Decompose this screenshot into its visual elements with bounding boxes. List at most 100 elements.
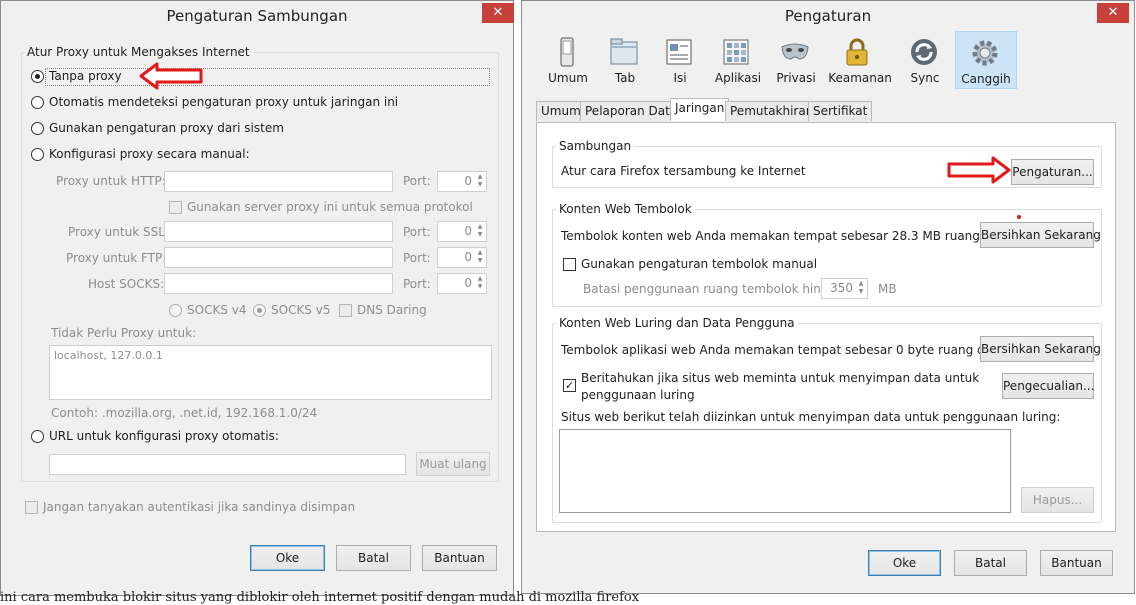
auto-detect-label[interactable]: Otomatis mendeteksi pengaturan proxy unt…: [49, 95, 398, 109]
red-dot: [1017, 215, 1021, 219]
sync-icon: [911, 39, 937, 65]
spin-arrows-icon[interactable]: ▲ ▼: [856, 280, 866, 297]
manual-proxy-label[interactable]: Konfigurasi proxy secara manual:: [49, 147, 250, 161]
ftp-proxy-input[interactable]: [164, 247, 393, 268]
http-port-label: Port:: [403, 174, 431, 188]
auth-checkbox[interactable]: [25, 501, 38, 514]
no-proxy-for-textarea[interactable]: localhost, 127.0.0.1: [49, 345, 492, 400]
cache-group-title: Konten Web Tembolok: [556, 202, 695, 216]
spin-arrows-icon[interactable]: ▲ ▼: [475, 173, 485, 190]
socks-v4-radio[interactable]: [169, 304, 182, 317]
auto-config-url-radio[interactable]: [31, 430, 44, 443]
clear-cache-button[interactable]: Bersihkan Sekarang: [980, 222, 1101, 248]
preferences-dialog: Pengaturan ✕ Umum Tab Isi Aplikasi Priva…: [521, 0, 1135, 594]
offline-group-title: Konten Web Luring dan Data Pengguna: [556, 316, 798, 330]
ssl-port-stepper[interactable]: 0 ▲ ▼: [437, 221, 487, 242]
notify-offline-label-line1[interactable]: Beritahukan jika situs web meminta untuk…: [581, 371, 979, 385]
no-proxy-for-label: Tidak Perlu Proxy untuk:: [51, 326, 197, 340]
ftp-port-label: Port:: [403, 251, 431, 265]
category-label: Canggih: [961, 72, 1011, 86]
auto-detect-radio[interactable]: [31, 96, 44, 109]
tabs-icon: [610, 38, 638, 65]
auto-config-url-label[interactable]: URL untuk konfigurasi proxy otomatis:: [49, 429, 279, 443]
exceptions-button[interactable]: Pengecualian...: [1002, 373, 1094, 399]
general-icon: [560, 37, 574, 67]
category-tabs[interactable]: Tab: [595, 31, 655, 89]
notify-offline-checkbox[interactable]: ✓: [563, 379, 576, 392]
connection-group-title: Sambungan: [556, 139, 635, 153]
spin-arrows-icon[interactable]: ▲ ▼: [475, 223, 485, 240]
category-applications[interactable]: Aplikasi: [707, 31, 769, 89]
close-button[interactable]: ✕: [482, 3, 514, 23]
notify-offline-label-line2[interactable]: penggunaan luring: [581, 388, 695, 402]
cache-limit-stepper[interactable]: 350 ▲ ▼: [821, 278, 868, 299]
category-advanced[interactable]: Canggih: [955, 31, 1017, 89]
no-proxy-example: Contoh: .mozilla.org, .net.id, 192.168.1…: [51, 406, 318, 420]
socks-host-input[interactable]: [164, 273, 393, 294]
override-cache-label[interactable]: Gunakan pengaturan tembolok manual: [581, 257, 817, 271]
subtab-network[interactable]: Jaringan: [670, 98, 730, 121]
http-proxy-input[interactable]: [164, 171, 393, 192]
http-port-stepper[interactable]: 0 ▲ ▼: [437, 171, 487, 192]
ok-button[interactable]: Oke: [868, 550, 941, 576]
category-general[interactable]: Umum: [538, 31, 598, 89]
offline-sites-list[interactable]: [559, 429, 1011, 513]
category-content[interactable]: Isi: [650, 31, 710, 89]
auto-config-url-input[interactable]: [49, 454, 406, 475]
subtab-certificates[interactable]: Sertifikat: [808, 101, 873, 121]
category-label: Privasi: [776, 71, 816, 85]
cancel-button[interactable]: Batal: [336, 545, 411, 571]
http-proxy-label: Proxy untuk HTTP:: [56, 174, 166, 188]
socks-v5-label[interactable]: SOCKS v5: [271, 303, 330, 317]
no-proxy-radio[interactable]: [31, 70, 44, 83]
category-sync[interactable]: Sync: [895, 31, 955, 89]
red-arrow-icon: [947, 156, 1011, 184]
ftp-port-stepper[interactable]: 0 ▲ ▼: [437, 247, 487, 268]
manual-proxy-radio[interactable]: [31, 148, 44, 161]
ssl-proxy-input[interactable]: [164, 221, 393, 242]
remote-dns-label[interactable]: DNS Daring: [357, 303, 427, 317]
system-proxy-radio[interactable]: [31, 122, 44, 135]
connection-settings-button[interactable]: Pengaturan...: [1011, 159, 1094, 185]
content-icon: [666, 39, 692, 65]
ssl-port-label: Port:: [403, 225, 431, 239]
cache-limit-value: 350: [830, 281, 853, 295]
padlock-icon: [846, 38, 868, 66]
dialog-title: Pengaturan Sambungan: [166, 7, 348, 25]
override-cache-checkbox[interactable]: [563, 258, 576, 271]
spin-arrows-icon[interactable]: ▲ ▼: [475, 249, 485, 266]
subtab-data-reporting[interactable]: Pelaporan Data: [580, 101, 683, 121]
ssl-proxy-label: Proxy untuk SSL:: [68, 225, 169, 239]
category-security[interactable]: Keamanan: [828, 31, 892, 89]
category-label: Keamanan: [828, 71, 892, 85]
share-proxy-checkbox[interactable]: [169, 201, 182, 214]
subtab-update[interactable]: Pemutakhiran: [725, 101, 819, 121]
gear-icon: [972, 40, 998, 66]
help-button[interactable]: Bantuan: [422, 545, 497, 571]
auth-label[interactable]: Jangan tanyakan autentikasi jika sandiny…: [43, 500, 355, 514]
share-proxy-label[interactable]: Gunakan server proxy ini untuk semua pro…: [187, 200, 473, 214]
clear-offline-button[interactable]: Bersihkan Sekarang: [980, 336, 1101, 362]
socks-host-label: Host SOCKS:: [88, 277, 165, 291]
offline-list-label: Situs web berikut telah diizinkan untuk …: [561, 410, 1061, 424]
subtab-general[interactable]: Umum: [536, 101, 586, 121]
socks-v4-label[interactable]: SOCKS v4: [187, 303, 246, 317]
socks-port-stepper[interactable]: 0 ▲ ▼: [437, 273, 487, 294]
ok-button[interactable]: Oke: [250, 545, 325, 571]
subtab-strip: Umum Pelaporan Data Jaringan Pemutakhira…: [536, 98, 1116, 122]
system-proxy-label[interactable]: Gunakan pengaturan proxy dari sistem: [49, 121, 284, 135]
spin-arrows-icon[interactable]: ▲ ▼: [475, 275, 485, 292]
no-proxy-label[interactable]: Tanpa proxy: [49, 69, 122, 83]
category-privacy[interactable]: Privasi: [766, 31, 826, 89]
help-button[interactable]: Bantuan: [1040, 550, 1113, 576]
remote-dns-checkbox[interactable]: [339, 304, 352, 317]
socks-v5-radio[interactable]: [253, 304, 266, 317]
ftp-proxy-label: Proxy untuk FTP:: [66, 251, 167, 265]
reload-button[interactable]: Muat ulang: [416, 452, 490, 476]
category-label: Umum: [548, 71, 588, 85]
socks-port-value: 0: [464, 276, 472, 290]
ssl-port-value: 0: [464, 224, 472, 238]
cancel-button[interactable]: Batal: [954, 550, 1027, 576]
http-port-value: 0: [464, 174, 472, 188]
remove-button[interactable]: Hapus...: [1021, 487, 1094, 513]
